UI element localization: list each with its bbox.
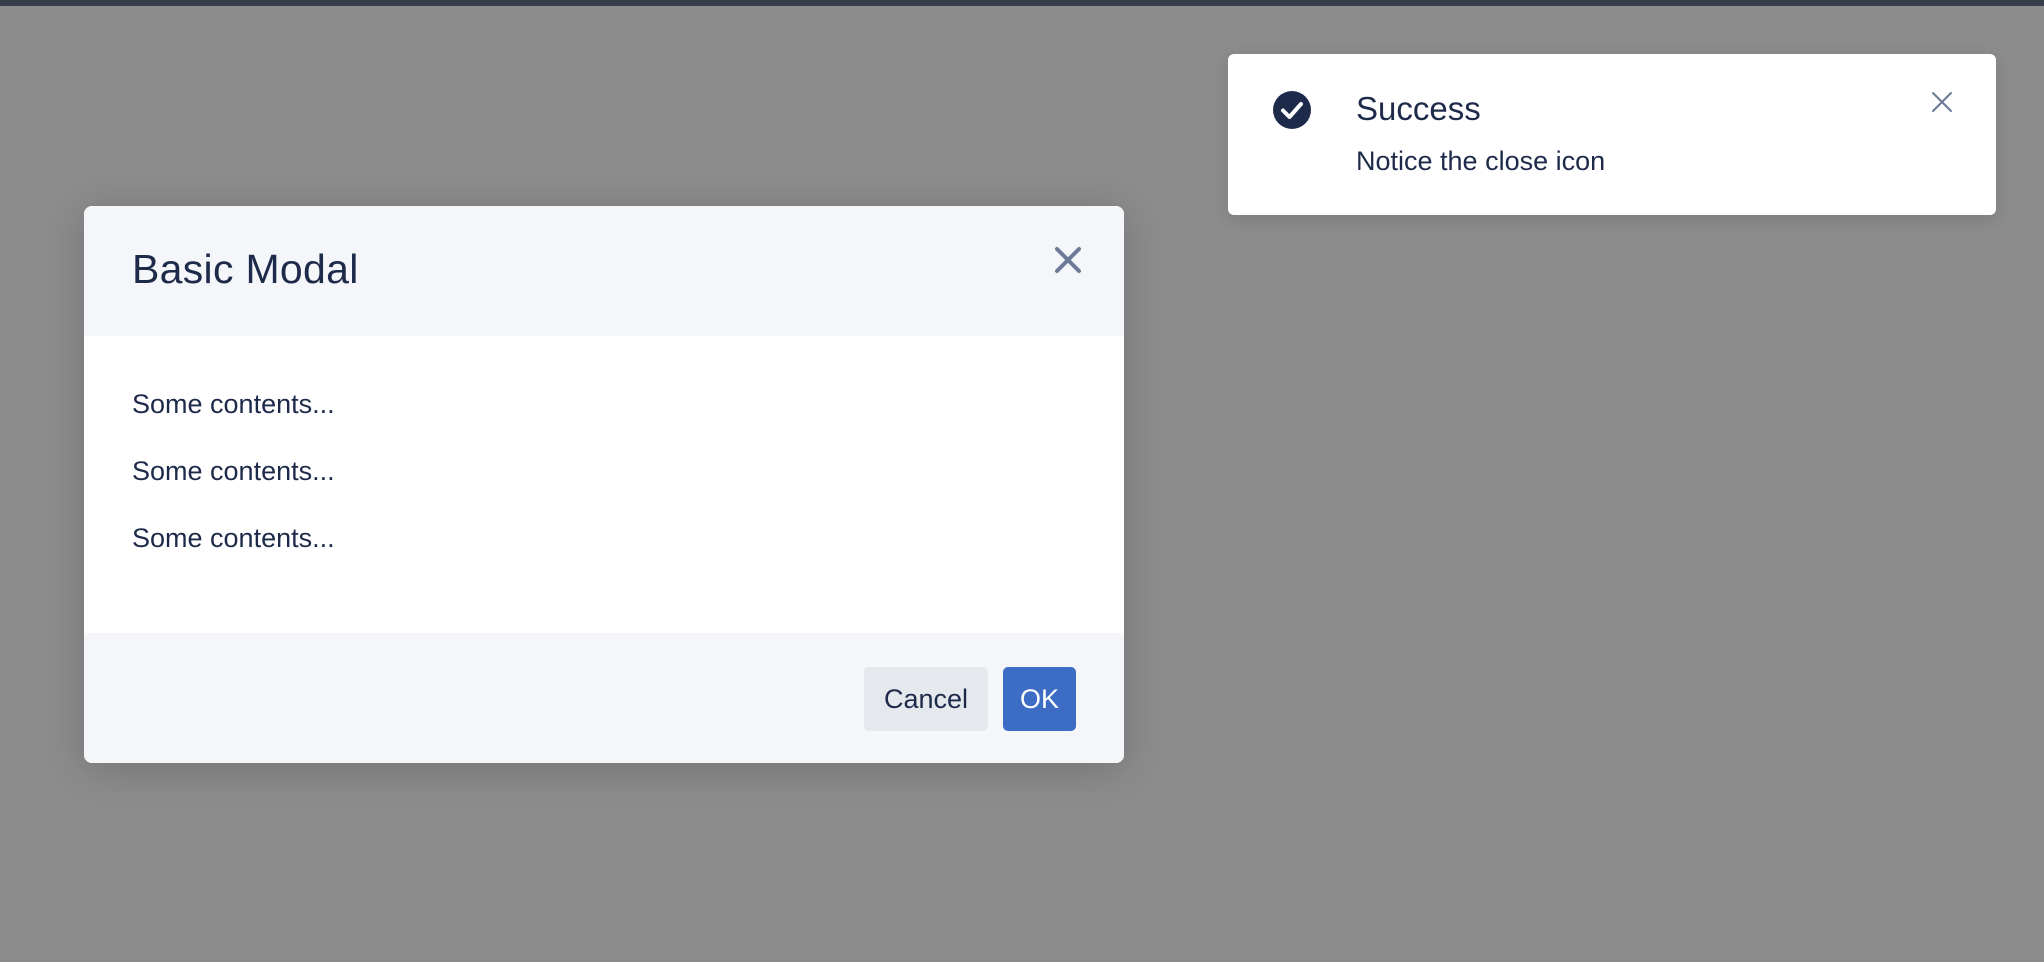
check-circle-icon bbox=[1272, 90, 1312, 130]
ok-button[interactable]: OK bbox=[1003, 667, 1076, 731]
close-icon bbox=[1055, 247, 1081, 273]
modal-close-button[interactable] bbox=[1048, 240, 1088, 280]
modal-body-text: Some contents... bbox=[132, 389, 335, 419]
notification-close-button[interactable] bbox=[1928, 88, 1956, 116]
modal-body: Some contents... Some contents... Some c… bbox=[84, 336, 1124, 640]
modal-footer: Cancel OK bbox=[84, 633, 1124, 763]
notification-description: Notice the close icon bbox=[1356, 146, 1606, 176]
modal-body-text: Some contents... bbox=[132, 523, 335, 553]
success-notification: Success Notice the close icon bbox=[1228, 54, 1996, 215]
modal-header: Basic Modal bbox=[84, 206, 1124, 336]
cancel-button[interactable]: Cancel bbox=[864, 667, 988, 731]
basic-modal: Basic Modal Some contents... Some conten… bbox=[84, 206, 1124, 763]
notification-title: Success bbox=[1356, 90, 1481, 127]
close-icon bbox=[1932, 92, 1952, 112]
modal-body-text: Some contents... bbox=[132, 456, 335, 486]
modal-title: Basic Modal bbox=[132, 246, 359, 292]
